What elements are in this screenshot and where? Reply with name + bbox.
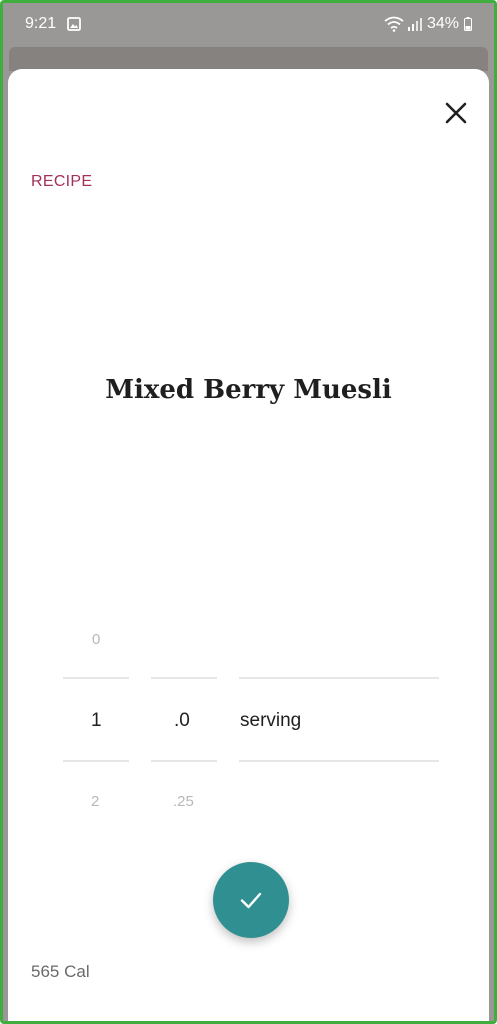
device-frame: 9:21 34% RECIPE Mixed Berry Muesli 0 1 2… bbox=[0, 0, 497, 1024]
signal-icon bbox=[408, 18, 422, 31]
whole-option-selected[interactable]: 1 bbox=[91, 710, 102, 732]
picker-divider bbox=[63, 677, 129, 679]
status-bar: 9:21 34% bbox=[3, 3, 494, 47]
battery-percent: 34% bbox=[427, 15, 460, 32]
recipe-title: Mixed Berry Muesli bbox=[105, 375, 392, 405]
status-time: 9:21 bbox=[25, 15, 57, 32]
image-icon bbox=[67, 17, 81, 31]
recipe-sheet: RECIPE Mixed Berry Muesli 0 1 2 .0 .25 s… bbox=[8, 69, 489, 1021]
whole-option-below[interactable]: 2 bbox=[91, 793, 99, 810]
confirm-button[interactable] bbox=[213, 862, 289, 938]
close-icon bbox=[445, 102, 467, 124]
close-button[interactable] bbox=[436, 93, 476, 133]
fraction-option-selected[interactable]: .0 bbox=[174, 710, 190, 732]
calories-label: 565 Cal bbox=[31, 962, 90, 981]
whole-option-above[interactable]: 0 bbox=[92, 631, 100, 648]
picker-divider bbox=[239, 677, 439, 679]
picker-divider bbox=[151, 677, 217, 679]
background-sheet-edge bbox=[9, 47, 488, 71]
unit-option-selected[interactable]: serving bbox=[240, 710, 301, 732]
picker-divider bbox=[151, 760, 217, 762]
battery-icon bbox=[464, 17, 472, 31]
picker-divider bbox=[239, 760, 439, 762]
checkmark-icon bbox=[240, 892, 262, 909]
fraction-option-below[interactable]: .25 bbox=[173, 793, 194, 810]
picker-divider bbox=[63, 760, 129, 762]
wifi-icon bbox=[384, 16, 404, 32]
category-label: RECIPE bbox=[31, 173, 93, 190]
